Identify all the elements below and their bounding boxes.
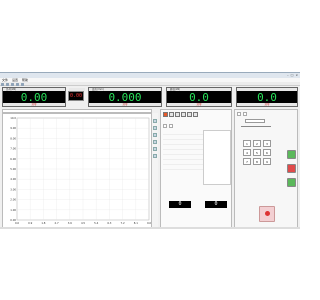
sample-counter: 0 0: [163, 196, 231, 228]
status-bar: [0, 227, 300, 229]
pan-icon[interactable]: [153, 126, 157, 130]
y-tick-label: 3.00: [10, 187, 16, 191]
toolbar-button[interactable]: [21, 82, 24, 86]
settings-icon[interactable]: [181, 112, 186, 117]
y-tick-label: 8.00: [10, 136, 16, 140]
peak-display: 峰值(kN) 0.0 清零: [166, 87, 232, 107]
chart-area: 0.0 0.9 1.8 2.7 3.6 4.5 5.4 6.3 7.2 8.1 9.0 10.0 9.0…: [2, 113, 152, 229]
keypad-key[interactable]: 4: [243, 149, 251, 156]
parameter-tabs: [163, 124, 173, 128]
keypad-key[interactable]: 5: [253, 149, 261, 156]
x-tick-label: 8.1: [134, 221, 138, 225]
x-tick-label: 2.7: [55, 221, 59, 225]
sample-left-value: 0: [169, 201, 191, 208]
x-tick-label: 0.9: [28, 221, 32, 225]
aux-display: 0.0 清零: [236, 87, 298, 107]
toolbar: [0, 82, 300, 86]
keypad-key[interactable]: 6: [263, 149, 271, 156]
stop-icon: [265, 211, 270, 216]
fit-icon[interactable]: [153, 133, 157, 137]
sample-right-value: 0: [205, 201, 227, 208]
speed-input[interactable]: [245, 119, 265, 123]
chart-side-toolbar: [152, 113, 158, 229]
deformation-display: 变形(mm) 0.000 清零: [88, 87, 162, 107]
chart-svg: 0.0 0.9 1.8 2.7 3.6 4.5 5.4 6.3 7.2 8.1 9.010.09.0…: [10, 116, 151, 225]
record-icon[interactable]: [163, 112, 168, 117]
up-button[interactable]: [287, 150, 296, 159]
toolbar-button[interactable]: [1, 82, 4, 86]
x-tick-label: 6.3: [107, 221, 111, 225]
x-tick-label: 9.0: [147, 221, 151, 225]
x-tick-label: 1.8: [41, 221, 45, 225]
keypad-key[interactable]: 7: [243, 158, 251, 165]
keypad-key[interactable]: 1: [243, 140, 251, 147]
display-zero-button[interactable]: 清零: [167, 103, 231, 106]
export-icon[interactable]: [153, 154, 157, 158]
print-icon[interactable]: [187, 112, 192, 117]
y-tick-label: 10.0: [10, 116, 16, 120]
stop-button[interactable]: [259, 206, 275, 222]
parameter-icons: [163, 112, 203, 117]
parameter-row: [163, 165, 203, 170]
display-zero-button[interactable]: 清零: [237, 103, 297, 106]
delete-icon[interactable]: [193, 112, 198, 117]
tab-results[interactable]: [169, 124, 173, 128]
tab-control[interactable]: [237, 112, 241, 116]
tab-advanced[interactable]: [243, 112, 247, 116]
parameter-value-list[interactable]: [203, 130, 231, 185]
keypad-key[interactable]: 8: [253, 158, 261, 165]
toolbar-button[interactable]: [11, 82, 14, 86]
zoom-icon[interactable]: [153, 119, 157, 123]
y-tick-label: 0.00: [10, 218, 16, 222]
toolbar-button[interactable]: [16, 82, 19, 86]
x-tick-label: 3.6: [68, 221, 72, 225]
y-tick-label: 7.00: [10, 147, 16, 151]
y-tick-label: 2.00: [10, 198, 16, 202]
down-button[interactable]: [287, 178, 296, 187]
y-tick-label: 9.00: [10, 126, 16, 130]
display-zero-button[interactable]: 清零: [3, 103, 65, 106]
parameter-panel: 0 0: [160, 109, 232, 229]
print-icon[interactable]: [153, 147, 157, 151]
keypad: 1 2 3 4 5 6 7 8 9: [243, 140, 271, 165]
control-tabs: [237, 112, 247, 116]
mini-display-label: [69, 88, 85, 91]
display-zero-button[interactable]: 清零: [89, 103, 161, 106]
open-icon[interactable]: [169, 112, 174, 117]
keypad-key[interactable]: 2: [253, 140, 261, 147]
keypad-key[interactable]: 3: [263, 140, 271, 147]
y-tick-label: 4.00: [10, 177, 16, 181]
x-tick-label: 4.5: [81, 221, 85, 225]
x-tick-label: 7.2: [121, 221, 125, 225]
cursor-icon[interactable]: [153, 140, 157, 144]
y-tick-label: 6.00: [10, 157, 16, 161]
y-tick-label: 1.00: [10, 208, 16, 212]
parameter-rows: [163, 130, 203, 170]
mini-display: 0.00: [68, 88, 85, 101]
stop-small-button[interactable]: [287, 164, 296, 173]
x-tick-label: 5.4: [94, 221, 98, 225]
tab-parameters[interactable]: [163, 124, 167, 128]
main-window: – □ × 文件 设置 帮助 负荷(kN) 0.00 清零 0.00 变形(mm…: [0, 72, 300, 229]
speed-slider[interactable]: [241, 126, 271, 127]
save-icon[interactable]: [175, 112, 180, 117]
keypad-key[interactable]: 9: [263, 158, 271, 165]
toolbar-button[interactable]: [6, 82, 9, 86]
load-display: 负荷(kN) 0.00 清零: [2, 87, 66, 107]
mini-display-value: 0.00: [69, 93, 83, 99]
control-panel: 1 2 3 4 5 6 7 8 9: [234, 109, 298, 229]
y-tick-label: 5.00: [10, 167, 16, 171]
